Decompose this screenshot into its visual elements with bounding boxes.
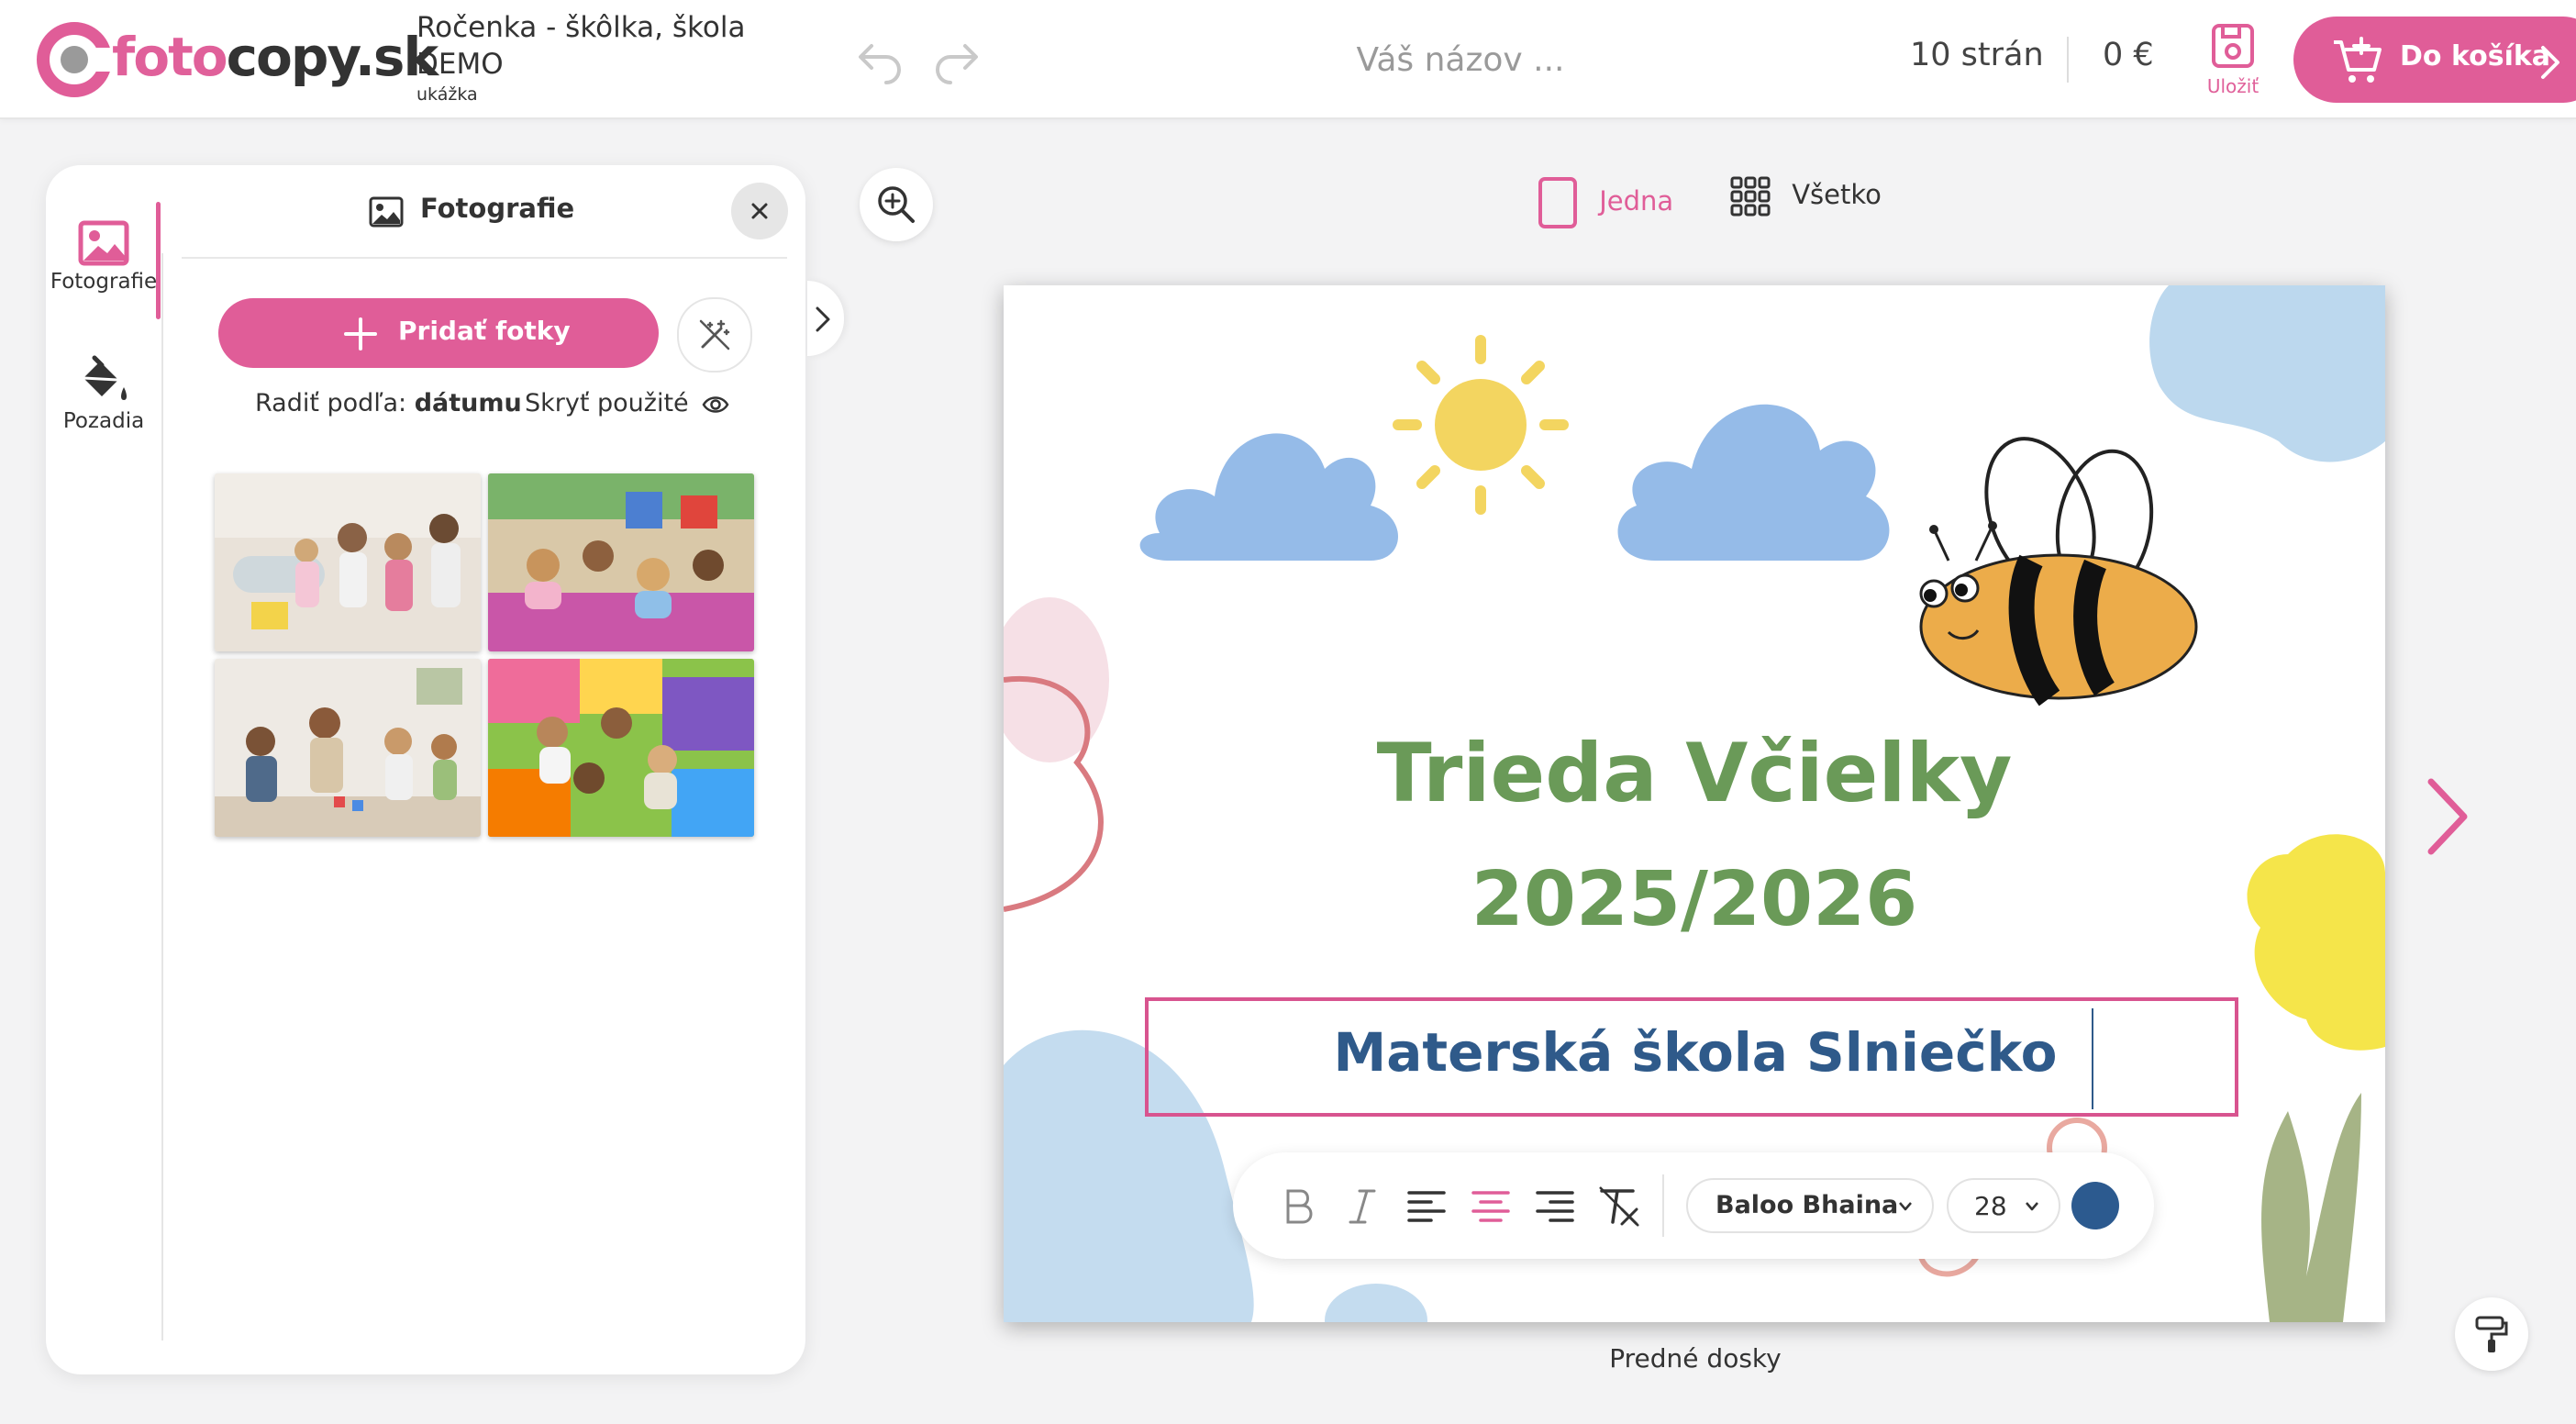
view-all-pages[interactable]: Všetko bbox=[1730, 176, 1882, 217]
price: 0 € bbox=[2103, 37, 2154, 73]
font-size-select[interactable]: 28 bbox=[1947, 1178, 2060, 1233]
align-center-icon bbox=[1471, 1191, 1510, 1222]
cart-add-icon bbox=[2334, 37, 2382, 83]
view-all-label: Všetko bbox=[1792, 179, 1882, 210]
undo-button[interactable] bbox=[853, 31, 908, 90]
close-icon bbox=[751, 203, 768, 219]
save-button[interactable]: Uložiť bbox=[2193, 22, 2273, 101]
fotocopy-logo[interactable]: fotocopy.sk bbox=[35, 18, 439, 101]
hide-used-label: Skryť použité bbox=[525, 389, 689, 417]
tab-photos[interactable]: Fotografie bbox=[46, 220, 161, 294]
undo-icon bbox=[859, 44, 901, 84]
cover-subtitle[interactable]: Materská škola Slniečko bbox=[1149, 1021, 2242, 1084]
panel-header-divider bbox=[182, 257, 787, 259]
chevron-down-icon bbox=[1899, 1202, 1912, 1211]
classroom-photo-1 bbox=[215, 473, 481, 651]
align-center-button[interactable] bbox=[1468, 1184, 1514, 1229]
tab-backgrounds[interactable]: Pozadia bbox=[46, 354, 161, 433]
page-count: 10 strán bbox=[1910, 37, 2044, 73]
chevron-right-icon bbox=[2427, 778, 2468, 855]
cover-title-line-1[interactable]: Trieda Včielky bbox=[1004, 726, 2385, 820]
view-single-page[interactable]: Jedna bbox=[1538, 176, 1673, 229]
align-left-button[interactable] bbox=[1404, 1184, 1449, 1229]
project-title: Ročenka - škôlka, škola DEMO bbox=[416, 11, 746, 81]
italic-icon bbox=[1349, 1189, 1376, 1224]
photo-thumbnail[interactable] bbox=[215, 659, 481, 837]
format-painter-button[interactable] bbox=[2455, 1297, 2528, 1371]
tab-backgrounds-label: Pozadia bbox=[62, 409, 145, 433]
align-right-button[interactable] bbox=[1532, 1184, 1578, 1229]
panel-title: Fotografie bbox=[420, 193, 575, 224]
photo-thumbnail[interactable] bbox=[488, 659, 754, 837]
photo-thumbnail[interactable] bbox=[215, 473, 481, 651]
bold-button[interactable] bbox=[1275, 1184, 1321, 1229]
text-format-toolbar: Baloo Bhaina 28 bbox=[1233, 1152, 2154, 1259]
panel-close-button[interactable] bbox=[731, 183, 788, 239]
align-right-icon bbox=[1536, 1191, 1574, 1222]
clear-format-button[interactable] bbox=[1596, 1184, 1642, 1229]
cover-title-line-2[interactable]: 2025/2026 bbox=[1004, 856, 2385, 943]
header-divider bbox=[2067, 37, 2069, 83]
panel-collapse-toggle[interactable] bbox=[807, 281, 844, 356]
single-page-icon bbox=[1538, 177, 1577, 228]
sort-prefix: Radiť podľa: bbox=[255, 389, 407, 417]
redo-icon bbox=[936, 44, 978, 84]
view-one-label: Jedna bbox=[1599, 185, 1674, 217]
redo-button[interactable] bbox=[928, 31, 983, 90]
panel-image-icon bbox=[369, 196, 404, 228]
classroom-photo-2 bbox=[488, 473, 754, 651]
panel-divider bbox=[161, 253, 163, 1341]
paint-roller-icon bbox=[2475, 1316, 2508, 1352]
classroom-photo-3 bbox=[215, 659, 481, 837]
project-subtitle: ukážka bbox=[416, 84, 478, 105]
add-photos-label: Pridať fotky bbox=[398, 316, 571, 346]
align-left-icon bbox=[1407, 1191, 1446, 1222]
sort-by-control[interactable]: Radiť podľa: dátumu bbox=[255, 389, 522, 417]
eye-icon bbox=[702, 395, 729, 413]
page-label: Predné dosky bbox=[1609, 1343, 1782, 1374]
chevron-right-icon bbox=[816, 306, 830, 332]
logo-ring-icon bbox=[37, 22, 112, 97]
floppy-save-icon bbox=[2212, 24, 2254, 68]
book-title-input[interactable] bbox=[1193, 31, 1728, 88]
tab-photos-label: Fotografie bbox=[50, 270, 158, 294]
add-photos-button[interactable]: Pridať fotky bbox=[218, 298, 659, 368]
clear-format-icon bbox=[1599, 1186, 1639, 1227]
hide-used-toggle[interactable]: Skryť použité bbox=[525, 389, 729, 417]
zoom-button[interactable] bbox=[860, 168, 933, 241]
font-family-value: Baloo Bhaina bbox=[1715, 1191, 1899, 1219]
image-icon bbox=[78, 220, 129, 266]
magic-wand-icon bbox=[699, 319, 730, 350]
font-size-value: 28 bbox=[1974, 1191, 2007, 1221]
auto-fill-button[interactable] bbox=[677, 297, 752, 373]
sort-value: dátumu bbox=[414, 389, 522, 417]
cart-button[interactable]: Do košíka bbox=[2293, 17, 2576, 103]
photo-thumbnail[interactable] bbox=[488, 473, 754, 651]
logo-wordmark: fotocopy.sk bbox=[112, 26, 439, 88]
next-page-button[interactable] bbox=[2413, 771, 2477, 862]
toolbar-divider bbox=[1662, 1174, 1664, 1237]
toolbar-pointer bbox=[1671, 1130, 1719, 1154]
chevron-right-icon bbox=[2541, 46, 2559, 79]
chevron-down-icon bbox=[2026, 1202, 2038, 1211]
bold-icon bbox=[1286, 1189, 1313, 1224]
font-family-select[interactable]: Baloo Bhaina bbox=[1686, 1178, 1934, 1233]
grid-icon bbox=[1730, 176, 1771, 217]
text-color-picker[interactable] bbox=[2071, 1182, 2119, 1229]
cart-label: Do košíka bbox=[2400, 40, 2551, 72]
paint-bucket-icon bbox=[83, 355, 127, 400]
classroom-photo-4 bbox=[488, 659, 754, 837]
italic-button[interactable] bbox=[1339, 1184, 1385, 1229]
text-caret bbox=[2092, 1008, 2093, 1109]
selected-text-box[interactable]: Materská škola Slniečko bbox=[1145, 997, 2238, 1117]
zoom-in-icon bbox=[878, 186, 915, 223]
plus-icon bbox=[344, 317, 377, 350]
save-label: Uložiť bbox=[2206, 75, 2260, 97]
